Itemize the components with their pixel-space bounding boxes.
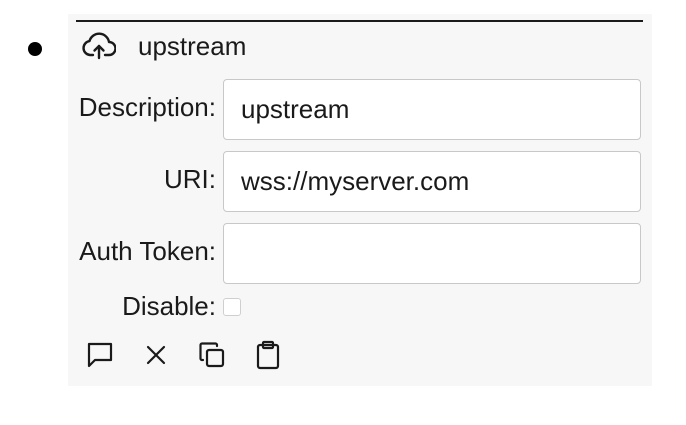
comment-icon[interactable] [84,339,116,371]
auth-token-row: Auth Token: [68,223,652,285]
divider [76,20,643,22]
uri-input[interactable] [223,151,641,212]
upstream-card: upstream Description: URI: Auth Token: D… [68,14,652,386]
uri-row: URI: [68,151,652,213]
card-header: upstream [82,30,246,62]
disable-checkbox[interactable] [223,298,241,316]
uri-label: URI: [164,164,216,194]
description-row: Description: [68,79,652,141]
description-input[interactable] [223,79,641,140]
list-bullet [28,42,42,56]
auth-token-input[interactable] [223,223,641,284]
auth-token-label: Auth Token: [79,236,216,266]
paste-icon[interactable] [252,339,284,371]
card-title: upstream [138,31,247,61]
copy-icon[interactable] [196,339,228,371]
item-toolbar [84,339,308,371]
description-label: Description: [78,92,216,122]
close-icon[interactable] [140,339,172,371]
cloud-upload-icon [82,30,118,62]
disable-row: Disable: [68,288,652,324]
disable-label: Disable: [122,291,216,321]
